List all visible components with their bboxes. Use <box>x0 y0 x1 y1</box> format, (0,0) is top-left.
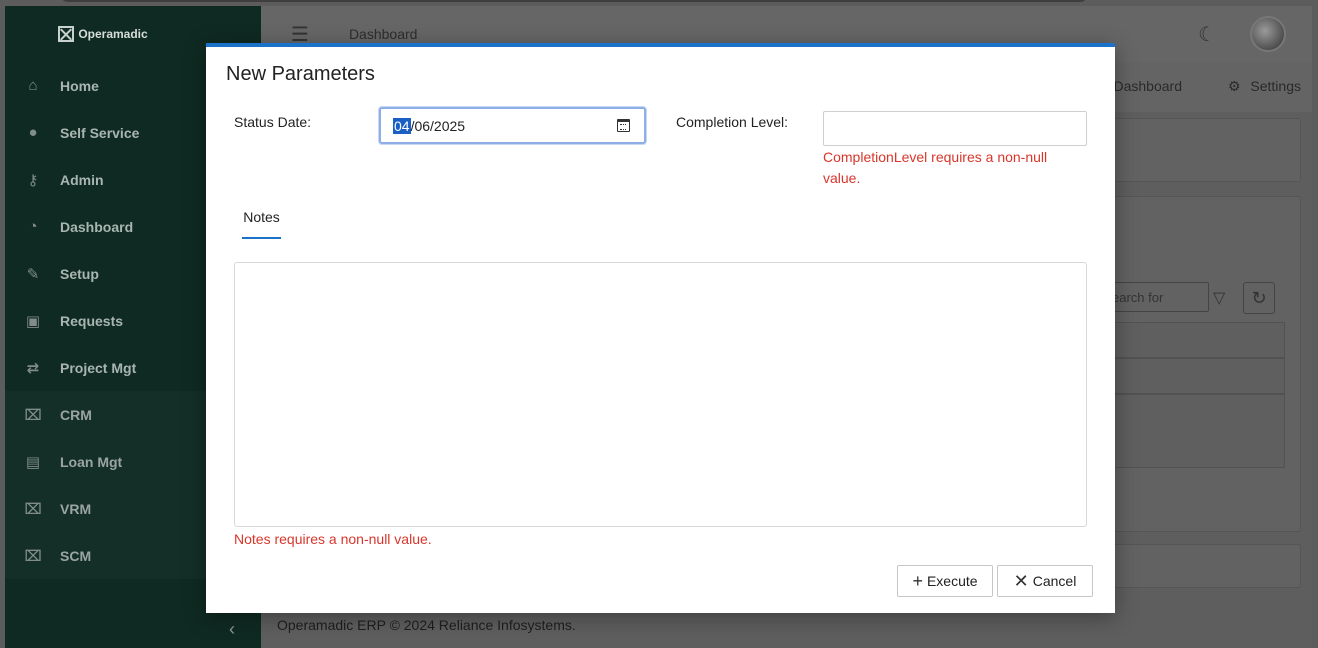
notes-textarea[interactable] <box>234 262 1087 527</box>
execute-label: Execute <box>926 573 978 589</box>
chevron-left-icon[interactable]: ‹ <box>229 619 235 640</box>
contact-frame-icon: ⌧ <box>24 500 42 518</box>
sidebar-item-label: Self Service <box>60 124 140 141</box>
date-rest-segment[interactable]: /06/2025 <box>411 118 466 134</box>
table-row <box>1110 394 1285 468</box>
gear-icon: ⚙ <box>1227 78 1241 94</box>
dialog-title: New Parameters <box>226 63 375 85</box>
contact-frame-icon: ⌧ <box>24 547 42 565</box>
execute-button[interactable]: + Execute <box>897 565 993 597</box>
completion-level-label: Completion Level: <box>676 114 789 130</box>
sidebar-item-label: Setup <box>60 265 99 282</box>
contact-frame-icon: ⌧ <box>24 406 42 424</box>
tab-notes[interactable]: Notes <box>242 209 281 239</box>
filter-icon[interactable]: ▽ <box>1213 288 1225 308</box>
date-month-segment[interactable]: 04 <box>393 117 411 134</box>
gauge-icon: ◔ <box>28 218 38 235</box>
sidebar-item-label: Home <box>60 77 99 94</box>
sidebar-item-label: VRM <box>60 500 92 517</box>
user-gear-icon: ● <box>28 124 38 141</box>
completion-level-error: CompletionLevel requires a non-null valu… <box>823 149 1048 186</box>
logo-icon <box>58 26 75 42</box>
sidebar-item-label: CRM <box>60 406 92 423</box>
sidebar-item-label: Loan Mgt <box>60 453 123 470</box>
moon-icon[interactable]: ☾ <box>1198 22 1216 47</box>
browser-frame <box>60 0 1088 2</box>
settings-link[interactable]: ⚙ Settings <box>1228 78 1301 95</box>
dashboard-link[interactable]: Dashboard <box>1114 78 1183 94</box>
cancel-button[interactable]: ✕ Cancel <box>997 565 1093 597</box>
sidebar-item-label: Admin <box>60 171 104 188</box>
table-row <box>1110 322 1285 358</box>
status-date-label: Status Date: <box>234 114 312 130</box>
table-row <box>1110 358 1285 394</box>
sidebar-item-label: Dashboard <box>60 218 134 235</box>
sidebar-item-label: SCM <box>60 547 92 564</box>
key-icon: ⚷ <box>27 171 39 189</box>
brand-name: Operamadic <box>78 27 148 41</box>
arrows-swap-icon: ⇄ <box>26 359 40 377</box>
settings-label: Settings <box>1250 78 1301 94</box>
refresh-icon[interactable]: ↻ <box>1243 282 1275 314</box>
breadcrumb: Dashboard <box>348 26 418 42</box>
sidebar-item-label: Project Mgt <box>60 359 137 376</box>
plus-icon: + <box>912 570 923 591</box>
avatar[interactable] <box>1250 16 1286 52</box>
wrench-icon: ✎ <box>26 265 40 283</box>
home-icon: ⌂ <box>28 77 38 94</box>
new-parameters-dialog: New Parameters Status Date: 04/06/2025 C… <box>206 43 1115 613</box>
calendar-icon[interactable] <box>617 119 630 132</box>
search-input[interactable]: earch for <box>1111 282 1209 312</box>
completion-level-input[interactable] <box>823 111 1087 146</box>
status-date-input[interactable]: 04/06/2025 <box>379 107 646 144</box>
archive-icon: ▣ <box>25 312 41 330</box>
money-icon: ▤ <box>25 453 41 471</box>
footer-copyright: Operamadic ERP © 2024 Reliance Infosyste… <box>277 617 576 633</box>
close-icon: ✕ <box>1013 570 1029 591</box>
notes-error: Notes requires a non-null value. <box>234 531 432 547</box>
cancel-label: Cancel <box>1032 573 1077 589</box>
sidebar-item-label: Requests <box>60 312 124 329</box>
